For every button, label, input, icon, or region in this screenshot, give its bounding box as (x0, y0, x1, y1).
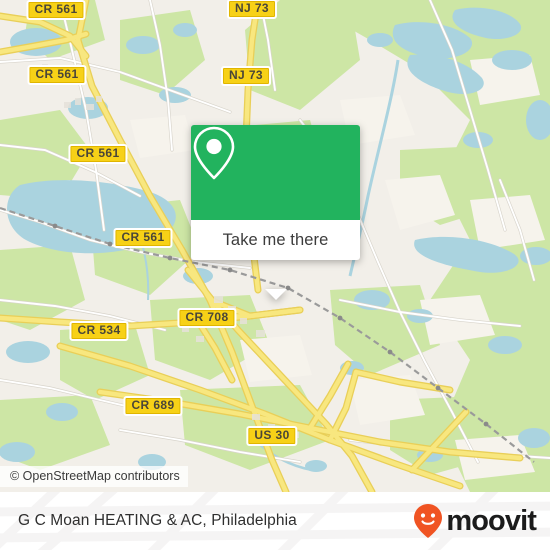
route-shield: NJ 73 (220, 66, 272, 86)
route-shield: CR 708 (177, 308, 237, 328)
footer-content: G C Moan HEATING & AC, Philadelphia moov… (0, 492, 550, 550)
moovit-smiley-pin-icon (414, 504, 443, 538)
map-canvas[interactable]: CR 561 NJ 73 CR 561 NJ 73 CR 561 CR 561 … (0, 0, 550, 492)
place-name-label: G C Moan HEATING & AC, Philadelphia (18, 512, 297, 529)
route-shield: CR 561 (68, 144, 128, 164)
route-shield: CR 561 (26, 0, 86, 20)
take-me-there-button[interactable]: Take me there (191, 220, 360, 260)
route-shield: CR 689 (123, 396, 183, 416)
route-shield: CR 561 (113, 228, 173, 248)
popup-pointer-tail (264, 289, 287, 300)
take-me-there-label: Take me there (222, 230, 329, 249)
route-shield: US 30 (246, 426, 298, 446)
moovit-wordmark: moovit (446, 504, 537, 537)
route-shield: NJ 73 (226, 0, 278, 19)
popup-header (191, 125, 360, 220)
map-attribution[interactable]: © OpenStreetMap contributors (0, 466, 188, 487)
map-pin-icon (193, 126, 235, 180)
map-screen: CR 561 NJ 73 CR 561 NJ 73 CR 561 CR 561 … (0, 0, 550, 550)
footer-bar: G C Moan HEATING & AC, Philadelphia moov… (0, 492, 550, 550)
location-popup-card[interactable]: Take me there (191, 125, 360, 300)
route-shield: CR 561 (27, 65, 87, 85)
moovit-logo[interactable]: moovit (413, 503, 537, 539)
route-shield: CR 534 (69, 321, 129, 341)
